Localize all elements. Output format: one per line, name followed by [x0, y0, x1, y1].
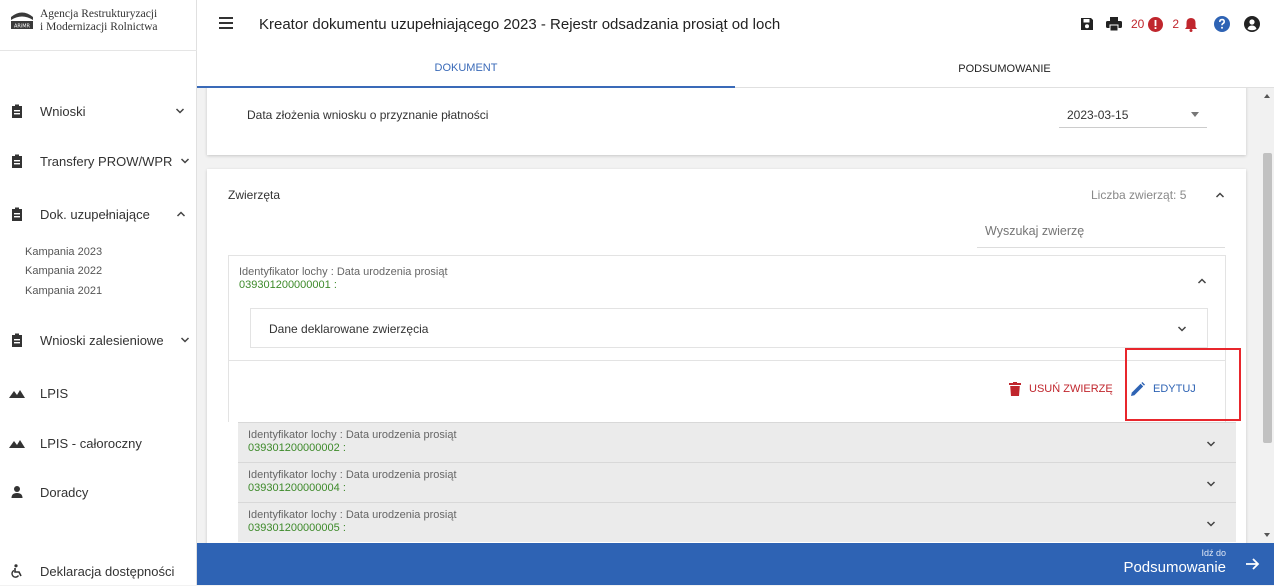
- sidebar-item-wnioski[interactable]: Wnioski: [0, 96, 197, 126]
- scroll-thumb[interactable]: [1263, 153, 1272, 443]
- sidebar-item-transfery[interactable]: Transfery PROW/WPR: [0, 146, 197, 176]
- chevron-down-icon: [1206, 441, 1216, 447]
- sidebar-subitem-kampania-2023[interactable]: Kampania 2023: [25, 246, 102, 258]
- animal-row[interactable]: Identyfikator lochy : Data urodzenia pro…: [238, 502, 1236, 542]
- chevron-down-icon: [1177, 326, 1187, 332]
- divider: [0, 50, 197, 51]
- sidebar-item-lpis[interactable]: LPIS: [0, 378, 197, 408]
- trash-icon: [1009, 382, 1021, 396]
- declared-data-label: Dane deklarowane zwierzęcia: [269, 322, 429, 336]
- animals-title: Zwierzęta: [228, 188, 281, 202]
- date-select[interactable]: 2023-03-15: [1059, 100, 1207, 128]
- arimr-logo-icon: ARiMR: [11, 12, 33, 30]
- sidebar-item-label: Doradcy: [40, 484, 89, 500]
- clipboard-icon: [12, 333, 22, 347]
- sidebar-subitem-kampania-2021[interactable]: Kampania 2021: [25, 285, 102, 297]
- sidebar-item-label: LPIS - całoroczny: [40, 435, 142, 451]
- date-value: 2023-03-15: [1067, 108, 1129, 122]
- logo[interactable]: ARiMR Agencja Restrukturyzacji i Moderni…: [10, 8, 158, 34]
- print-icon[interactable]: [1105, 17, 1122, 31]
- logo-line2: i Modernizacji Rolnictwa: [40, 21, 158, 33]
- tab-dokument[interactable]: DOKUMENT: [197, 50, 735, 88]
- top-bar: Kreator dokumentu uzupełniającego 2023 -…: [197, 0, 1274, 50]
- bell-icon[interactable]: [1184, 17, 1198, 32]
- animal-entry-header[interactable]: Identyfikator lochy : Data urodzenia pro…: [239, 266, 448, 291]
- animal-entry-label: Identyfikator lochy : Data urodzenia pro…: [248, 429, 457, 441]
- page-title: Kreator dokumentu uzupełniającego 2023 -…: [259, 16, 781, 33]
- chevron-up-icon[interactable]: [1197, 276, 1207, 286]
- alert-count: 2: [1172, 17, 1179, 31]
- scroll-down-arrow-icon[interactable]: [1264, 533, 1270, 537]
- animal-row[interactable]: Identyfikator lochy : Data urodzenia pro…: [238, 462, 1236, 502]
- footer-small-label: Idź do: [1201, 548, 1226, 558]
- animal-entry-label: Identyfikator lochy : Data urodzenia pro…: [248, 469, 457, 481]
- footer-big-label: Podsumowanie: [1123, 559, 1226, 576]
- scroll-up-arrow-icon[interactable]: [1264, 94, 1270, 98]
- animal-id: 039301200000001 :: [239, 279, 337, 291]
- animal-row[interactable]: Identyfikator lochy : Data urodzenia pro…: [238, 422, 1236, 462]
- animal-id: 039301200000005 :: [248, 522, 346, 534]
- help-icon[interactable]: [1214, 16, 1230, 32]
- sidebar-item-label: Dok. uzupełniające: [40, 206, 150, 222]
- sidebar-subitem-kampania-2022[interactable]: Kampania 2022: [25, 265, 102, 277]
- date-card: Data złożenia wniosku o przyznanie płatn…: [207, 88, 1246, 155]
- save-icon[interactable]: [1080, 17, 1094, 31]
- mountain-icon: [9, 440, 25, 448]
- delete-animal-label: USUŃ ZWIERZĘ: [1029, 383, 1113, 395]
- highlight-box: [1125, 348, 1241, 421]
- chevron-down-icon: [1206, 481, 1216, 487]
- user-icon: [11, 486, 23, 498]
- sidebar-item-dok-uzupelniajace[interactable]: Dok. uzupełniające: [0, 199, 197, 229]
- search-input[interactable]: [985, 224, 1215, 238]
- chevron-down-icon: [180, 337, 190, 343]
- animal-entry-label: Identyfikator lochy : Data urodzenia pro…: [239, 266, 448, 278]
- chevron-up-icon: [176, 211, 186, 217]
- menu-icon[interactable]: [219, 17, 233, 29]
- animal-id: 039301200000002 :: [248, 442, 346, 454]
- sidebar-item-label: LPIS: [40, 385, 69, 401]
- tab-bar: DOKUMENT PODSUMOWANIE: [197, 50, 1274, 88]
- sidebar: ARiMR Agencja Restrukturyzacji i Moderni…: [0, 0, 197, 585]
- error-count: 20: [1130, 17, 1145, 31]
- clipboard-icon: [12, 154, 22, 168]
- scrollbar[interactable]: [1260, 88, 1274, 543]
- chevron-down-icon: [175, 108, 185, 114]
- date-label: Data złożenia wniosku o przyznanie płatn…: [247, 108, 489, 122]
- accessibility-icon: [11, 564, 22, 578]
- dropdown-arrow-icon: [1191, 112, 1199, 117]
- clipboard-icon: [12, 207, 22, 221]
- sidebar-item-doradcy[interactable]: Doradcy: [0, 477, 197, 507]
- animals-count: Liczba zwierząt: 5: [1091, 188, 1187, 202]
- clipboard-icon: [12, 104, 22, 118]
- declared-data-panel[interactable]: Dane deklarowane zwierzęcia: [250, 308, 1208, 348]
- animal-entry-label: Identyfikator lochy : Data urodzenia pro…: [248, 509, 457, 521]
- go-to-summary-button[interactable]: Idź do Podsumowanie: [197, 543, 1274, 585]
- logo-line1: Agencja Restrukturyzacji: [40, 8, 158, 20]
- sidebar-item-deklaracja-dostepnosci[interactable]: Deklaracja dostępności: [0, 556, 197, 586]
- sidebar-item-label: Deklaracja dostępności: [40, 563, 175, 579]
- main-content: Data złożenia wniosku o przyznanie płatn…: [197, 88, 1260, 543]
- account-icon[interactable]: [1244, 16, 1260, 32]
- tab-podsumowanie[interactable]: PODSUMOWANIE: [735, 50, 1274, 88]
- delete-animal-button[interactable]: USUŃ ZWIERZĘ: [1009, 382, 1113, 396]
- arrow-right-icon: [1246, 558, 1260, 570]
- chevron-down-icon: [1206, 521, 1216, 527]
- sidebar-item-label: Wnioski zalesieniowe: [40, 332, 164, 348]
- search-field[interactable]: [977, 221, 1225, 248]
- animals-card: Zwierzęta Liczba zwierząt: 5 Identyfikat…: [207, 169, 1246, 543]
- animal-entry-expanded: Identyfikator lochy : Data urodzenia pro…: [228, 255, 1226, 422]
- error-icon[interactable]: [1148, 16, 1164, 32]
- svg-text:ARiMR: ARiMR: [14, 24, 31, 30]
- sidebar-item-label: Wnioski: [40, 103, 86, 119]
- sidebar-item-wnioski-zalesieniowe[interactable]: Wnioski zalesieniowe: [0, 325, 197, 355]
- chevron-down-icon: [180, 158, 190, 164]
- chevron-up-icon[interactable]: [1215, 190, 1225, 200]
- animal-id: 039301200000004 :: [248, 482, 346, 494]
- mountain-icon: [9, 390, 25, 398]
- sidebar-item-lpis-caloroczny[interactable]: LPIS - całoroczny: [0, 428, 197, 458]
- sidebar-item-label: Transfery PROW/WPR: [40, 153, 173, 169]
- divider: [229, 360, 1225, 361]
